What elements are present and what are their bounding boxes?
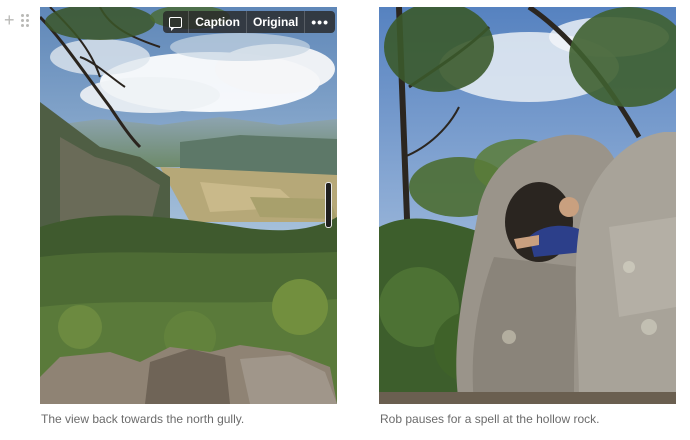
caption-button[interactable]: Caption [188,11,246,33]
drag-handle-icon[interactable] [20,13,29,27]
image-caption[interactable]: The view back towards the north gully. [41,412,244,426]
plus-icon[interactable]: + [4,11,15,29]
more-button[interactable]: ••• [304,11,335,33]
resize-handle[interactable] [325,182,332,228]
image-caption[interactable]: Rob pauses for a spell at the hollow roc… [380,412,599,426]
image-toolbar: Caption Original ••• [163,11,335,33]
comment-button[interactable] [163,11,188,33]
image-right[interactable] [379,7,676,404]
block-handle: + [4,11,29,29]
comment-icon [169,16,183,31]
image-left[interactable]: Caption Original ••• [40,7,337,404]
original-button[interactable]: Original [245,11,304,33]
more-icon: ••• [311,14,329,30]
hollow-rock-photo [379,7,676,404]
page: + Caption Original ••• The view back tow… [0,0,690,440]
valley-photo [40,7,337,404]
